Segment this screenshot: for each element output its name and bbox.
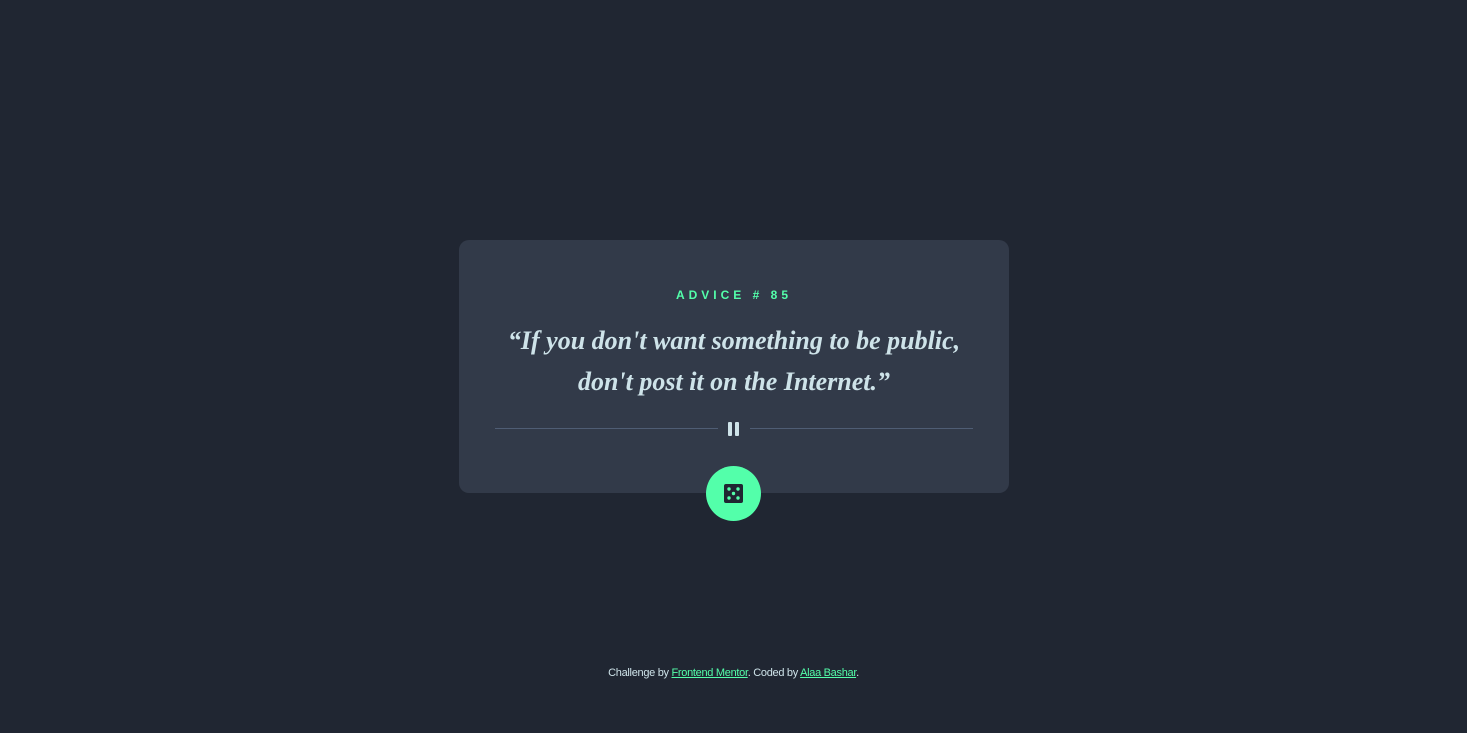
- divider-line-right: [750, 428, 973, 429]
- pause-icon: [728, 422, 740, 436]
- attribution-footer: Challenge by Frontend Mentor. Coded by A…: [0, 667, 1467, 679]
- advice-card: ADVICE # 85 “If you don't want something…: [459, 240, 1009, 493]
- author-link[interactable]: Alaa Bashar: [800, 667, 856, 679]
- divider-line-left: [495, 428, 718, 429]
- footer-suffix: .: [856, 667, 859, 679]
- footer-prefix: Challenge by: [608, 667, 672, 679]
- new-advice-button[interactable]: [706, 466, 761, 521]
- advice-id-label: ADVICE # 85: [459, 288, 1009, 302]
- dice-icon: [724, 484, 743, 503]
- advice-label-text: ADVICE #: [675, 288, 764, 302]
- advice-quote: “If you don't want something to be publi…: [507, 326, 961, 396]
- advice-number: 85: [770, 288, 793, 302]
- footer-middle: . Coded by: [747, 667, 801, 679]
- frontend-mentor-link[interactable]: Frontend Mentor: [672, 667, 749, 679]
- pattern-divider: [495, 420, 973, 438]
